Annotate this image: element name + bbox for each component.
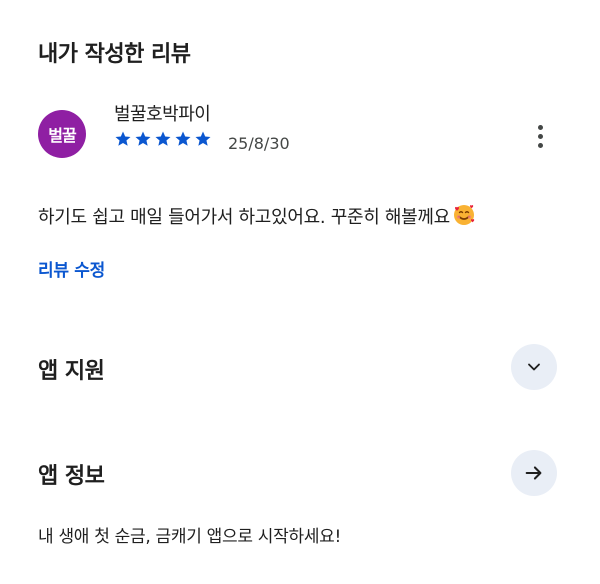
review-date: 25/8/30 — [228, 134, 290, 153]
more-vert-icon-dot — [537, 142, 543, 148]
smiling-face-with-hearts-icon — [453, 205, 475, 225]
app-support-title: 앱 지원 — [38, 359, 105, 384]
app-info-description: 내 생애 첫 순금, 금캐기 앱으로 시작하세요! — [38, 527, 342, 547]
my-review-section-title: 내가 작성한 리뷰 — [38, 42, 191, 67]
arrow-right-icon — [525, 466, 542, 480]
app-support-expand-button[interactable] — [511, 344, 557, 390]
reviewer-name: 벌꿀호박파이 — [114, 104, 211, 125]
review-text-block: 하기도 쉽고 매일 들어가서 하고있어요. 꾸준히 해볼께요 — [38, 203, 476, 229]
more-vert-icon-dot — [537, 133, 543, 139]
app-details-page: 내가 작성한 리뷰 벌꿀 벌꿀호박파이 25/8/30 하기도 쉽고 매일 들어… — [0, 0, 600, 584]
avatar: 벌꿀 — [38, 110, 86, 158]
star-icon — [135, 131, 151, 146]
more-vert-icon — [537, 124, 543, 130]
chevron-down-icon — [528, 363, 540, 371]
review-text: 하기도 쉽고 매일 들어가서 하고있어요. 꾸준히 해볼께요 — [38, 207, 450, 228]
app-info-open-button[interactable] — [511, 450, 557, 496]
more-options-button[interactable] — [524, 120, 556, 152]
star-icon — [175, 131, 191, 146]
edit-review-link[interactable]: 리뷰 수정 — [38, 256, 105, 281]
star-icon — [195, 131, 211, 146]
app-info-title: 앱 정보 — [38, 464, 105, 489]
star-rating — [114, 130, 212, 148]
star-icon — [115, 131, 131, 146]
review-header: 벌꿀 벌꿀호박파이 25/8/30 — [38, 98, 568, 168]
star-icon — [155, 131, 171, 146]
